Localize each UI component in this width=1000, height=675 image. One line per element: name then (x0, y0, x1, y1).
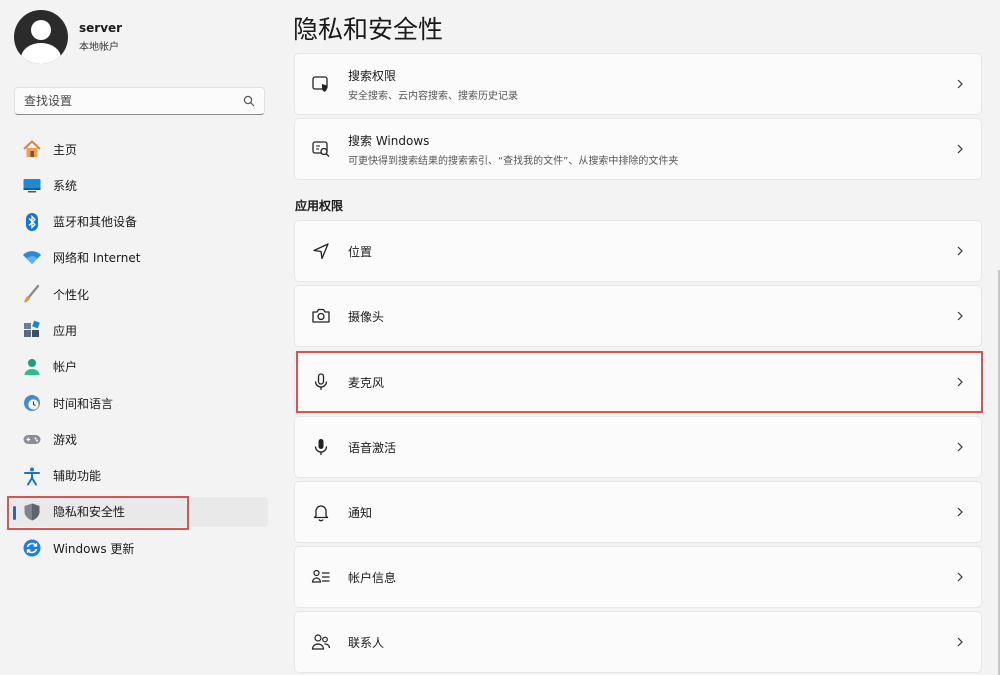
monitor-icon (22, 175, 42, 195)
avatar[interactable] (14, 10, 68, 64)
card-title: 位置 (348, 244, 373, 259)
card-title: 联系人 (348, 635, 385, 650)
nav-label: 隐私和安全性 (53, 505, 126, 520)
chevron-right-icon (957, 572, 963, 582)
nav-label: Windows 更新 (53, 541, 135, 556)
card-notifications[interactable]: 通知 (294, 481, 982, 543)
nav-item-gaming[interactable]: 游戏 (10, 424, 268, 454)
nav-label: 帐户 (53, 360, 78, 375)
card-title: 麦克风 (348, 375, 385, 390)
account-info-icon (310, 566, 332, 588)
card-location[interactable]: 位置 (294, 220, 982, 282)
section-title-app-permissions: 应用权限 (295, 199, 344, 213)
nav-item-accounts[interactable]: 帐户 (10, 352, 268, 382)
card-camera[interactable]: 摄像头 (294, 285, 982, 347)
card-account-info[interactable]: 帐户信息 (294, 546, 982, 608)
card-title: 语音激活 (348, 440, 397, 455)
accessibility-icon (22, 466, 42, 486)
card-title: 通知 (348, 505, 373, 520)
nav-item-home[interactable]: 主页 (10, 134, 268, 164)
chevron-right-icon (957, 442, 963, 452)
chevron-right-icon (957, 311, 963, 321)
nav-label: 时间和语言 (53, 396, 114, 411)
nav-item-apps[interactable]: 应用 (10, 315, 268, 345)
profile-name: server (79, 21, 123, 35)
nav-label: 辅助功能 (53, 469, 102, 484)
chevron-right-icon (957, 144, 963, 154)
card-search-permissions[interactable]: 搜索权限 安全搜索、云内容搜索、搜索历史记录 (294, 53, 982, 115)
voice-activation-icon (310, 436, 332, 458)
gamepad-icon (22, 429, 42, 449)
card-title: 搜索权限 (348, 68, 397, 83)
nav-label: 网络和 Internet (53, 251, 141, 266)
microphone-icon (310, 371, 332, 393)
nav-list: 主页 系统 蓝牙和其他设备 网络和 Internet 个性化 应用 帐户 时间和… (10, 134, 268, 570)
camera-icon (310, 305, 332, 327)
nav-item-windows-update[interactable]: Windows 更新 (10, 533, 268, 563)
shield-icon (22, 502, 42, 522)
nav-item-accessibility[interactable]: 辅助功能 (10, 461, 268, 491)
nav-label: 系统 (53, 178, 78, 193)
nav-item-time-language[interactable]: 时间和语言 (10, 388, 268, 418)
chevron-right-icon (957, 637, 963, 647)
nav-item-system[interactable]: 系统 (10, 170, 268, 200)
card-title: 搜索 Windows (348, 133, 430, 148)
nav-label: 应用 (53, 323, 78, 338)
card-title: 帐户信息 (348, 570, 397, 585)
home-icon (22, 139, 42, 159)
nav-label: 蓝牙和其他设备 (53, 215, 138, 230)
card-title: 摄像头 (348, 309, 385, 324)
contacts-icon (310, 631, 332, 653)
card-description: 可更快得到搜索结果的搜索索引、“查找我的文件”、从搜索中排除的文件夹 (348, 155, 679, 167)
card-voice-activation[interactable]: 语音激活 (294, 416, 982, 478)
bluetooth-icon (22, 212, 42, 232)
person-icon (22, 357, 42, 377)
search-windows-icon (310, 138, 332, 160)
search-permission-icon (310, 73, 332, 95)
user-profile[interactable]: server 本地帐户 (14, 10, 122, 64)
nav-label: 游戏 (53, 432, 78, 447)
nav-label: 主页 (53, 142, 78, 157)
profile-account-type: 本地帐户 (79, 42, 119, 53)
bell-icon (310, 501, 332, 523)
sidebar: server 本地帐户 主页 系统 蓝牙和其他设备 (0, 0, 280, 675)
search-input[interactable] (15, 88, 234, 114)
card-description: 安全搜索、云内容搜索、搜索历史记录 (348, 90, 518, 102)
globe-clock-icon (22, 393, 42, 413)
nav-item-network[interactable]: 网络和 Internet (10, 243, 268, 273)
card-contacts[interactable]: 联系人 (294, 611, 982, 673)
nav-item-bluetooth[interactable]: 蓝牙和其他设备 (10, 207, 268, 237)
chevron-right-icon (957, 246, 963, 256)
nav-label: 个性化 (53, 287, 90, 302)
page-title: 隐私和安全性 (293, 15, 444, 44)
search-box[interactable] (14, 87, 265, 115)
card-search-windows[interactable]: 搜索 Windows 可更快得到搜索结果的搜索索引、“查找我的文件”、从搜索中排… (294, 118, 982, 180)
search-icon[interactable] (243, 95, 255, 107)
wifi-icon (22, 248, 42, 268)
nav-item-privacy[interactable]: 隐私和安全性 (10, 496, 268, 527)
card-microphone[interactable]: 麦克风 (294, 351, 982, 413)
selection-indicator (13, 505, 16, 520)
brush-icon (22, 284, 42, 304)
nav-item-personalization[interactable]: 个性化 (10, 279, 268, 309)
chevron-right-icon (957, 377, 963, 387)
chevron-right-icon (957, 79, 963, 89)
apps-icon (22, 320, 42, 340)
main-content: 隐私和安全性 搜索权限 安全搜索、云内容搜索、搜索历史记录 搜索 Windows… (282, 0, 1000, 675)
chevron-right-icon (957, 507, 963, 517)
location-icon (310, 240, 332, 262)
update-icon (22, 538, 42, 558)
